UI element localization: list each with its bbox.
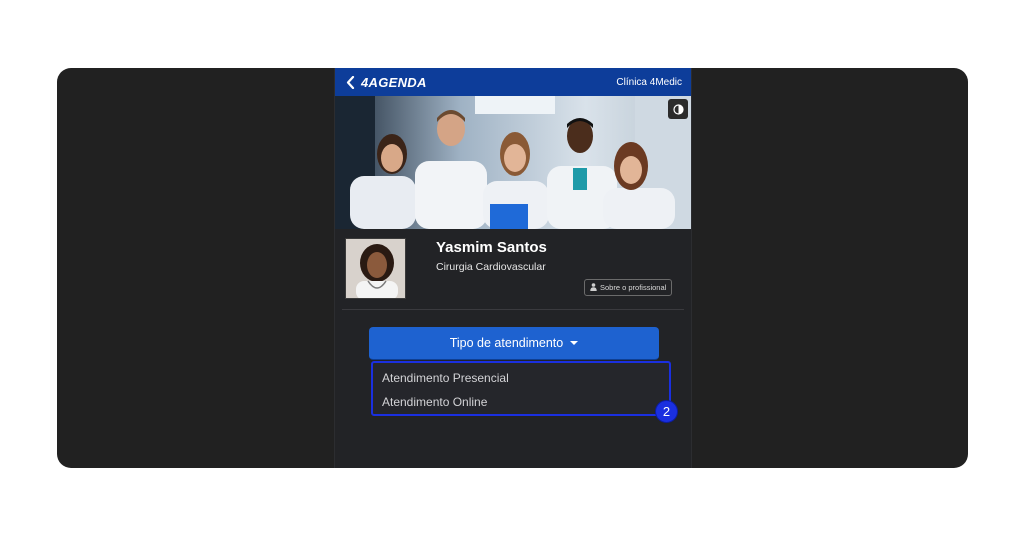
chevron-left-icon[interactable]: [343, 72, 357, 92]
top-navbar: 4AGENDA Clínica 4Medic: [335, 68, 691, 96]
caret-down-icon: [570, 341, 579, 345]
doctor-profile: Yasmim Santos Cirurgia Cardiovascular So…: [335, 229, 691, 309]
about-professional-label: Sobre o profissional: [600, 283, 667, 292]
menu-item-online[interactable]: Atendimento Online: [373, 390, 669, 414]
section-divider: [342, 309, 684, 310]
appointment-type-menu: Atendimento Presencial Atendimento Onlin…: [371, 361, 671, 416]
clinic-name: Clínica 4Medic: [616, 76, 682, 88]
doctor-avatar: [345, 238, 406, 299]
team-banner-image: [335, 96, 691, 229]
doctor-specialty: Cirurgia Cardiovascular: [436, 261, 546, 273]
appointment-type-label: Tipo de atendimento: [449, 336, 564, 350]
user-icon: [590, 282, 597, 293]
appointment-type-dropdown[interactable]: Tipo de atendimento: [369, 327, 659, 360]
about-professional-button[interactable]: Sobre o profissional: [584, 279, 673, 296]
app-viewport: 4AGENDA Clínica 4Medic Yasmim Santos Cir…: [334, 68, 692, 468]
brand-logo[interactable]: 4AGENDA: [361, 75, 427, 90]
step-badge: 2: [655, 400, 678, 423]
doctor-name: Yasmim Santos: [436, 239, 547, 256]
screenshot-frame: 4AGENDA Clínica 4Medic Yasmim Santos Cir…: [57, 68, 968, 468]
contrast-icon[interactable]: [668, 99, 688, 119]
menu-item-presencial[interactable]: Atendimento Presencial: [373, 366, 669, 390]
